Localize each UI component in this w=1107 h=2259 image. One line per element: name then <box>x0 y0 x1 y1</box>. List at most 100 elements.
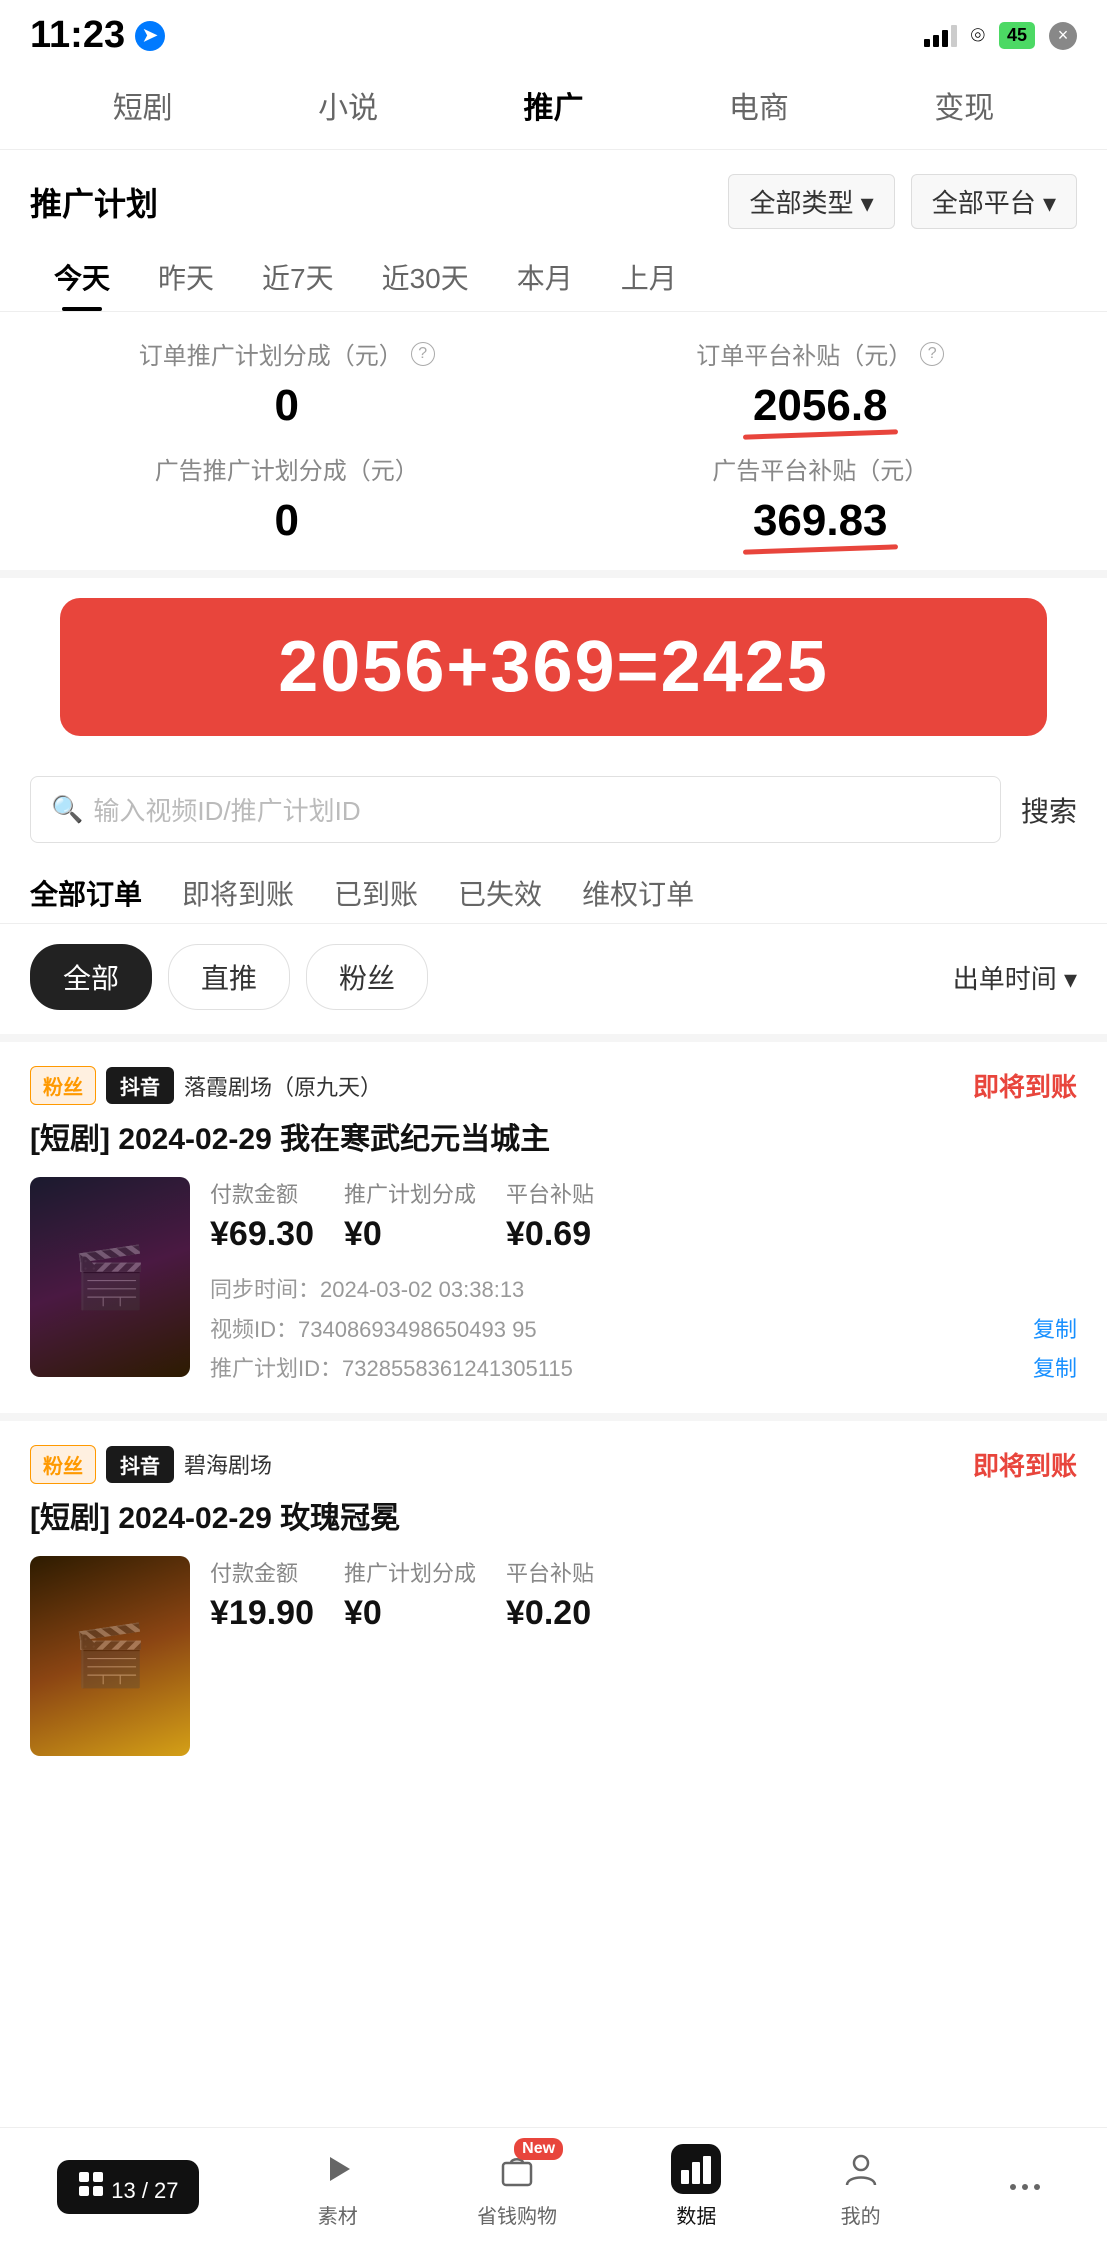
order-tab-dispute[interactable]: 维权订单 <box>582 863 694 923</box>
nav-item-短剧[interactable]: 短剧 <box>103 77 183 133</box>
battery-indicator: 45 <box>999 22 1035 49</box>
channel-name-2: 碧海剧场 <box>184 1448 272 1480</box>
nav-item-推广[interactable]: 推广 <box>513 77 593 133</box>
filter-direct-button[interactable]: 直推 <box>168 944 290 1010</box>
order-card-1-header: 粉丝 抖音 落霞剧场（原九天） 即将到账 <box>30 1066 1077 1105</box>
data-label: 数据 <box>676 2200 716 2229</box>
filter-type-button[interactable]: 全部类型 ▾ <box>728 174 894 229</box>
amount-commission-1: 推广计划分成 ¥0 <box>344 1177 476 1254</box>
bottom-nav-shopping[interactable]: New 省钱购物 <box>477 2144 557 2229</box>
channel-name-1: 落霞剧场（原九天） <box>184 1070 382 1102</box>
order-thumbnail-1: 🎬 <box>30 1177 190 1377</box>
more-icon <box>1000 2162 1050 2212</box>
pay-value-1: ¥69.30 <box>210 1215 314 1254</box>
bottom-nav-data[interactable]: 数据 <box>671 2144 721 2229</box>
stat-order-subsidy: 订单平台补贴（元） ? 2056.8 <box>564 336 1078 431</box>
order-card-2-tags: 粉丝 抖音 碧海剧场 <box>30 1445 272 1484</box>
mine-icon <box>836 2144 886 2194</box>
search-input-wrap[interactable]: 🔍 输入视频ID/推广计划ID <box>30 776 1001 843</box>
date-tab-lastmonth[interactable]: 上月 <box>597 243 701 311</box>
subsidy-label-2: 平台补贴 <box>506 1556 594 1588</box>
shopping-label: 省钱购物 <box>477 2200 557 2229</box>
order-meta-1: 同步时间：2024-03-02 03:38:13 视频ID：7340869349… <box>210 1270 1077 1389</box>
order-tab-expired[interactable]: 已失效 <box>458 863 542 923</box>
order-card-1: 粉丝 抖音 落霞剧场（原九天） 即将到账 [短剧] 2024-02-29 我在寒… <box>0 1034 1107 1413</box>
order-status-2: 即将到账 <box>973 1446 1077 1483</box>
order-amounts-1: 付款金额 ¥69.30 推广计划分成 ¥0 平台补贴 ¥0.69 <box>210 1177 1077 1254</box>
date-tab-30days[interactable]: 近30天 <box>358 243 493 311</box>
date-tab-thismonth[interactable]: 本月 <box>493 243 597 311</box>
date-tab-7days[interactable]: 近7天 <box>238 243 358 311</box>
stat-ad-commission: 广告推广计划分成（元） 0 <box>30 451 544 546</box>
thumbnail-image-2: 🎬 <box>30 1556 190 1756</box>
data-icon <box>671 2144 721 2194</box>
commission-label-2: 推广计划分成 <box>344 1556 476 1588</box>
order-details-2: 付款金额 ¥19.90 推广计划分成 ¥0 平台补贴 ¥0.20 <box>210 1556 1077 1756</box>
date-tabs: 今天 昨天 近7天 近30天 本月 上月 <box>0 243 1107 312</box>
bottom-nav-mine[interactable]: 我的 <box>836 2144 886 2229</box>
order-title-2: [短剧] 2024-02-29 玫瑰冠冕 <box>30 1498 1077 1540</box>
help-icon-order-commission[interactable]: ? <box>411 342 435 366</box>
help-icon-order-subsidy[interactable]: ? <box>920 342 944 366</box>
order-tab-pending[interactable]: 即将到账 <box>182 863 294 923</box>
filter-all-button[interactable]: 全部 <box>30 944 152 1010</box>
materials-icon <box>313 2144 363 2194</box>
subsidy-label-1: 平台补贴 <box>506 1177 594 1209</box>
stat-ad-subsidy-label: 广告平台补贴（元） <box>712 451 928 486</box>
order-status-1: 即将到账 <box>973 1067 1077 1104</box>
filter-buttons: 全部类型 ▾ 全部平台 ▾ <box>728 174 1077 229</box>
search-icon: 🔍 <box>51 794 83 825</box>
date-tab-yesterday[interactable]: 昨天 <box>134 243 238 311</box>
order-tab-all[interactable]: 全部订单 <box>30 863 142 923</box>
tag-fans-1: 粉丝 <box>30 1066 96 1105</box>
bottom-nav-materials[interactable]: 素材 <box>313 2144 363 2229</box>
section-title: 推广计划 <box>30 179 158 225</box>
commission-value-1: ¥0 <box>344 1215 476 1254</box>
top-navigation: 短剧 小说 推广 电商 变现 <box>0 67 1107 150</box>
amount-subsidy-1: 平台补贴 ¥0.69 <box>506 1177 594 1254</box>
stat-ad-commission-label: 广告推广计划分成（元） <box>155 451 419 486</box>
subsidy-value-1: ¥0.69 <box>506 1215 594 1254</box>
nav-item-变现[interactable]: 变现 <box>924 77 1004 133</box>
bottom-nav-more[interactable] <box>1000 2162 1050 2212</box>
bottom-nav-page-indicator: 13 / 27 <box>57 2160 198 2214</box>
order-card-2: 粉丝 抖音 碧海剧场 即将到账 [短剧] 2024-02-29 玫瑰冠冕 🎬 付… <box>0 1413 1107 1780</box>
commission-label-1: 推广计划分成 <box>344 1177 476 1209</box>
stat-ad-commission-value: 0 <box>275 496 299 546</box>
copy-video-id-1[interactable]: 复制 <box>1033 1310 1077 1350</box>
nav-item-小说[interactable]: 小说 <box>308 77 388 133</box>
nav-item-电商[interactable]: 电商 <box>719 77 799 133</box>
stats-grid: 订单推广计划分成（元） ? 0 订单平台补贴（元） ? 2056.8 广告推广计… <box>0 312 1107 578</box>
date-tab-today[interactable]: 今天 <box>30 243 134 311</box>
tag-platform-1: 抖音 <box>106 1067 174 1104</box>
close-button[interactable]: × <box>1049 22 1077 50</box>
order-card-2-header: 粉丝 抖音 碧海剧场 即将到账 <box>30 1445 1077 1484</box>
thumbnail-image-1: 🎬 <box>30 1177 190 1377</box>
tag-fans-2: 粉丝 <box>30 1445 96 1484</box>
calc-banner-wrapper: 2056+369=2425 <box>0 578 1107 776</box>
page-indicator: 13 / 27 <box>57 2160 198 2214</box>
filter-fans-button[interactable]: 粉丝 <box>306 944 428 1010</box>
grid-icon <box>77 2170 105 2198</box>
time-sort-button[interactable]: 出单时间 ▾ <box>953 959 1077 996</box>
order-tab-received[interactable]: 已到账 <box>334 863 418 923</box>
mine-label: 我的 <box>841 2200 881 2229</box>
order-thumbnail-2: 🎬 <box>30 1556 190 1756</box>
search-bar: 🔍 输入视频ID/推广计划ID 搜索 <box>0 776 1107 843</box>
order-tabs: 全部订单 即将到账 已到账 已失效 维权订单 <box>0 863 1107 924</box>
pay-value-2: ¥19.90 <box>210 1594 314 1633</box>
amount-pay-2: 付款金额 ¥19.90 <box>210 1556 314 1633</box>
order-body-1: 🎬 付款金额 ¥69.30 推广计划分成 ¥0 平台补贴 ¥0.69 <box>30 1177 1077 1389</box>
order-body-2: 🎬 付款金额 ¥19.90 推广计划分成 ¥0 平台补贴 ¥0.20 <box>30 1556 1077 1756</box>
search-button[interactable]: 搜索 <box>1021 790 1077 830</box>
shopping-badge: New <box>514 2138 563 2160</box>
order-title-1: [短剧] 2024-02-29 我在寒武纪元当城主 <box>30 1119 1077 1161</box>
copy-plan-id-1[interactable]: 复制 <box>1033 1349 1077 1389</box>
calc-text: 2056+369=2425 <box>80 626 1027 708</box>
stat-order-commission-value: 0 <box>275 381 299 431</box>
stat-order-commission: 订单推广计划分成（元） ? 0 <box>30 336 544 431</box>
filter-platform-button[interactable]: 全部平台 ▾ <box>911 174 1077 229</box>
status-bar: 11:23 ➤ ⌾ 45 × <box>0 0 1107 67</box>
stat-order-commission-label: 订单推广计划分成（元） ? <box>139 336 435 371</box>
signal-bars <box>924 25 957 47</box>
